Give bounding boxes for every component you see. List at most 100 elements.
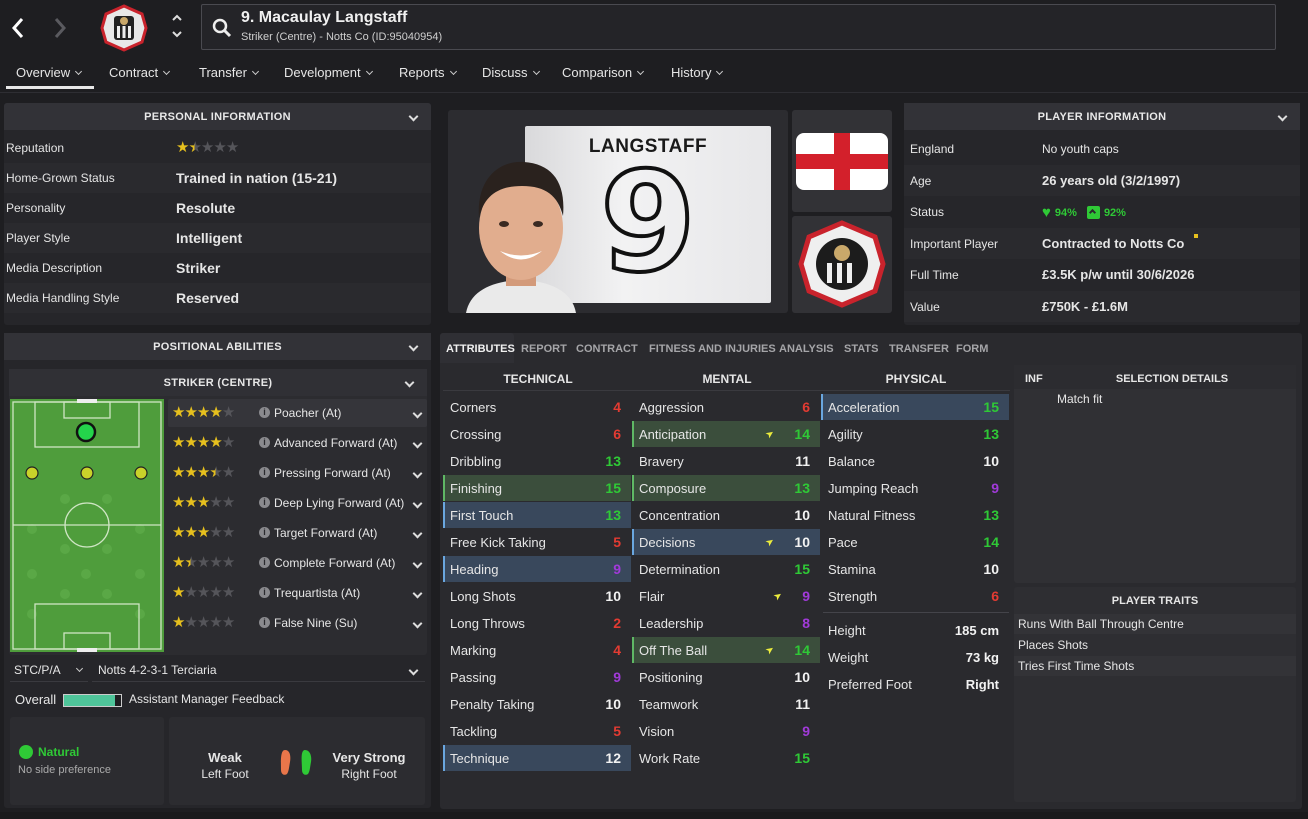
attribute-row[interactable]: Work Rate 15 (632, 745, 820, 771)
attribute-row[interactable]: Dribbling 13 (443, 448, 631, 474)
info-icon[interactable]: i (259, 497, 270, 508)
player-switch-arrows[interactable] (170, 12, 184, 42)
nav-reports[interactable]: Reports (399, 65, 457, 80)
info-icon[interactable]: i (259, 527, 270, 538)
attribute-value: 11 (795, 453, 810, 469)
info-icon[interactable]: i (259, 617, 270, 628)
role-row[interactable]: ★★★★★ i Target Forward (At) (168, 519, 427, 547)
nav-comparison[interactable]: Comparison (562, 65, 645, 80)
section-title: PERSONAL INFORMATION (144, 110, 291, 123)
nav-history[interactable]: History (671, 65, 724, 80)
attribute-row[interactable]: Corners 4 (443, 394, 631, 420)
attribute-row[interactable]: Concentration 10 (632, 502, 820, 528)
attribute-name: Crossing (450, 426, 502, 442)
attribute-row[interactable]: Strength 6 (821, 583, 1009, 609)
attribute-row[interactable]: Pace 14 (821, 529, 1009, 555)
attribute-row[interactable]: Positioning 10 (632, 664, 820, 690)
attribute-row[interactable]: Composure 13 (632, 475, 820, 501)
tab-transfer[interactable]: TRANSFER (889, 343, 949, 355)
club-badge-box[interactable] (792, 216, 892, 313)
status-indicators: ♥ 94% 92% (1042, 204, 1126, 221)
attribute-row[interactable]: Vision 9 (632, 718, 820, 744)
attribute-row[interactable]: Crossing 6 (443, 421, 631, 447)
attribute-name: First Touch (450, 507, 514, 523)
attribute-value: 5 (613, 723, 621, 739)
star-full-icon: ★ (172, 494, 185, 511)
attribute-row[interactable]: Passing 9 (443, 664, 631, 690)
nav-discuss[interactable]: Discuss (482, 65, 540, 80)
attribute-row[interactable]: Free Kick Taking 5 (443, 529, 631, 555)
tab-report[interactable]: REPORT (521, 343, 567, 355)
info-icon[interactable]: i (259, 557, 270, 568)
attribute-row[interactable]: Marking 4 (443, 637, 631, 663)
attribute-row[interactable]: Bravery 11 (632, 448, 820, 474)
tab-contract[interactable]: CONTRACT (576, 343, 638, 355)
attribute-row[interactable]: Finishing 15 (443, 475, 631, 501)
attribute-row[interactable]: Heading 9 (443, 556, 631, 582)
attribute-row[interactable]: Stamina 10 (821, 556, 1009, 582)
info-icon[interactable]: i (259, 467, 270, 478)
attribute-row[interactable]: Technique 12 (443, 745, 631, 771)
personal-row-label: Media Handling Style (6, 291, 120, 305)
attribute-row[interactable]: Decisions ➤ 10 (632, 529, 820, 555)
nav-development[interactable]: Development (284, 65, 373, 80)
nav-contract[interactable]: Contract (109, 65, 171, 80)
chevron-down-icon (532, 67, 540, 76)
attribute-value: 2 (613, 615, 621, 631)
natural-dot-icon (19, 745, 33, 759)
attribute-row[interactable]: Agility 13 (821, 421, 1009, 447)
attribute-row[interactable]: Aggression 6 (632, 394, 820, 420)
info-icon[interactable]: i (259, 407, 270, 418)
inf-label: INF (1025, 373, 1043, 385)
role-row[interactable]: ★★★★★ i Complete Forward (At) (168, 549, 427, 577)
player-search-box[interactable]: 9. Macaulay Langstaff Striker (Centre) -… (201, 4, 1276, 50)
player-info-header[interactable]: PLAYER INFORMATION (904, 103, 1300, 130)
attribute-row[interactable]: Balance 10 (821, 448, 1009, 474)
attribute-row[interactable]: Long Shots 10 (443, 583, 631, 609)
back-button[interactable] (8, 14, 28, 42)
personal-info-header[interactable]: PERSONAL INFORMATION (4, 103, 431, 130)
back-arrow-icon (11, 18, 24, 38)
attribute-row[interactable]: Teamwork 11 (632, 691, 820, 717)
attribute-row[interactable]: Penalty Taking 10 (443, 691, 631, 717)
tab-fitness[interactable]: FITNESS AND INJURIES (649, 343, 776, 355)
tab-stats[interactable]: STATS (844, 343, 878, 355)
role-row[interactable]: ★★★★★ i Advanced Forward (At) (168, 429, 427, 457)
attribute-row[interactable]: Determination 15 (632, 556, 820, 582)
position-select[interactable]: STC/P/A (10, 658, 88, 682)
forward-button[interactable] (50, 14, 70, 42)
info-icon[interactable]: i (259, 587, 270, 598)
role-row[interactable]: ★★★★★ i False Nine (Su) (168, 609, 427, 637)
attribute-row[interactable]: Jumping Reach 9 (821, 475, 1009, 501)
attribute-row[interactable]: First Touch 13 (443, 502, 631, 528)
attribute-row[interactable]: Long Throws 2 (443, 610, 631, 636)
attribute-row[interactable]: Natural Fitness 13 (821, 502, 1009, 528)
role-row[interactable]: ★★★★★ i Deep Lying Forward (At) (168, 489, 427, 517)
attribute-row[interactable]: Anticipation ➤ 14 (632, 421, 820, 447)
tab-form[interactable]: FORM (956, 343, 988, 355)
club-badge[interactable] (100, 4, 148, 52)
attribute-row[interactable]: Leadership 8 (632, 610, 820, 636)
nav-overview[interactable]: Overview (6, 65, 94, 89)
nav-label: Transfer (199, 65, 247, 80)
info-icon[interactable]: i (259, 437, 270, 448)
nav-label: History (671, 65, 712, 80)
nation-flag-box[interactable] (792, 110, 892, 212)
attribute-row[interactable]: Acceleration 15 (821, 394, 1009, 420)
star-empty-icon: ★ (213, 139, 226, 156)
role-row[interactable]: ★★★★★ i Trequartista (At) (168, 579, 427, 607)
attribute-value: 15 (983, 399, 999, 415)
attribute-row[interactable]: Tackling 5 (443, 718, 631, 744)
position-header[interactable]: STRIKER (CENTRE) (9, 369, 427, 396)
tab-analysis[interactable]: ANALYSIS (779, 343, 834, 355)
star-empty-icon: ★ (184, 584, 197, 601)
attribute-row[interactable]: Off The Ball ➤ 14 (632, 637, 820, 663)
chevron-down-icon (412, 585, 423, 600)
positional-header[interactable]: POSITIONAL ABILITIES (4, 333, 431, 360)
tactic-select[interactable]: Notts 4-2-3-1 Terciaria (92, 658, 425, 682)
role-row[interactable]: ★★★★★ i Pressing Forward (At) (168, 459, 427, 487)
attribute-row[interactable]: Flair ➤ 9 (632, 583, 820, 609)
chevron-down-icon (408, 341, 419, 353)
role-row[interactable]: ★★★★★ i Poacher (At) (168, 399, 427, 427)
nav-transfer[interactable]: Transfer (199, 65, 259, 80)
